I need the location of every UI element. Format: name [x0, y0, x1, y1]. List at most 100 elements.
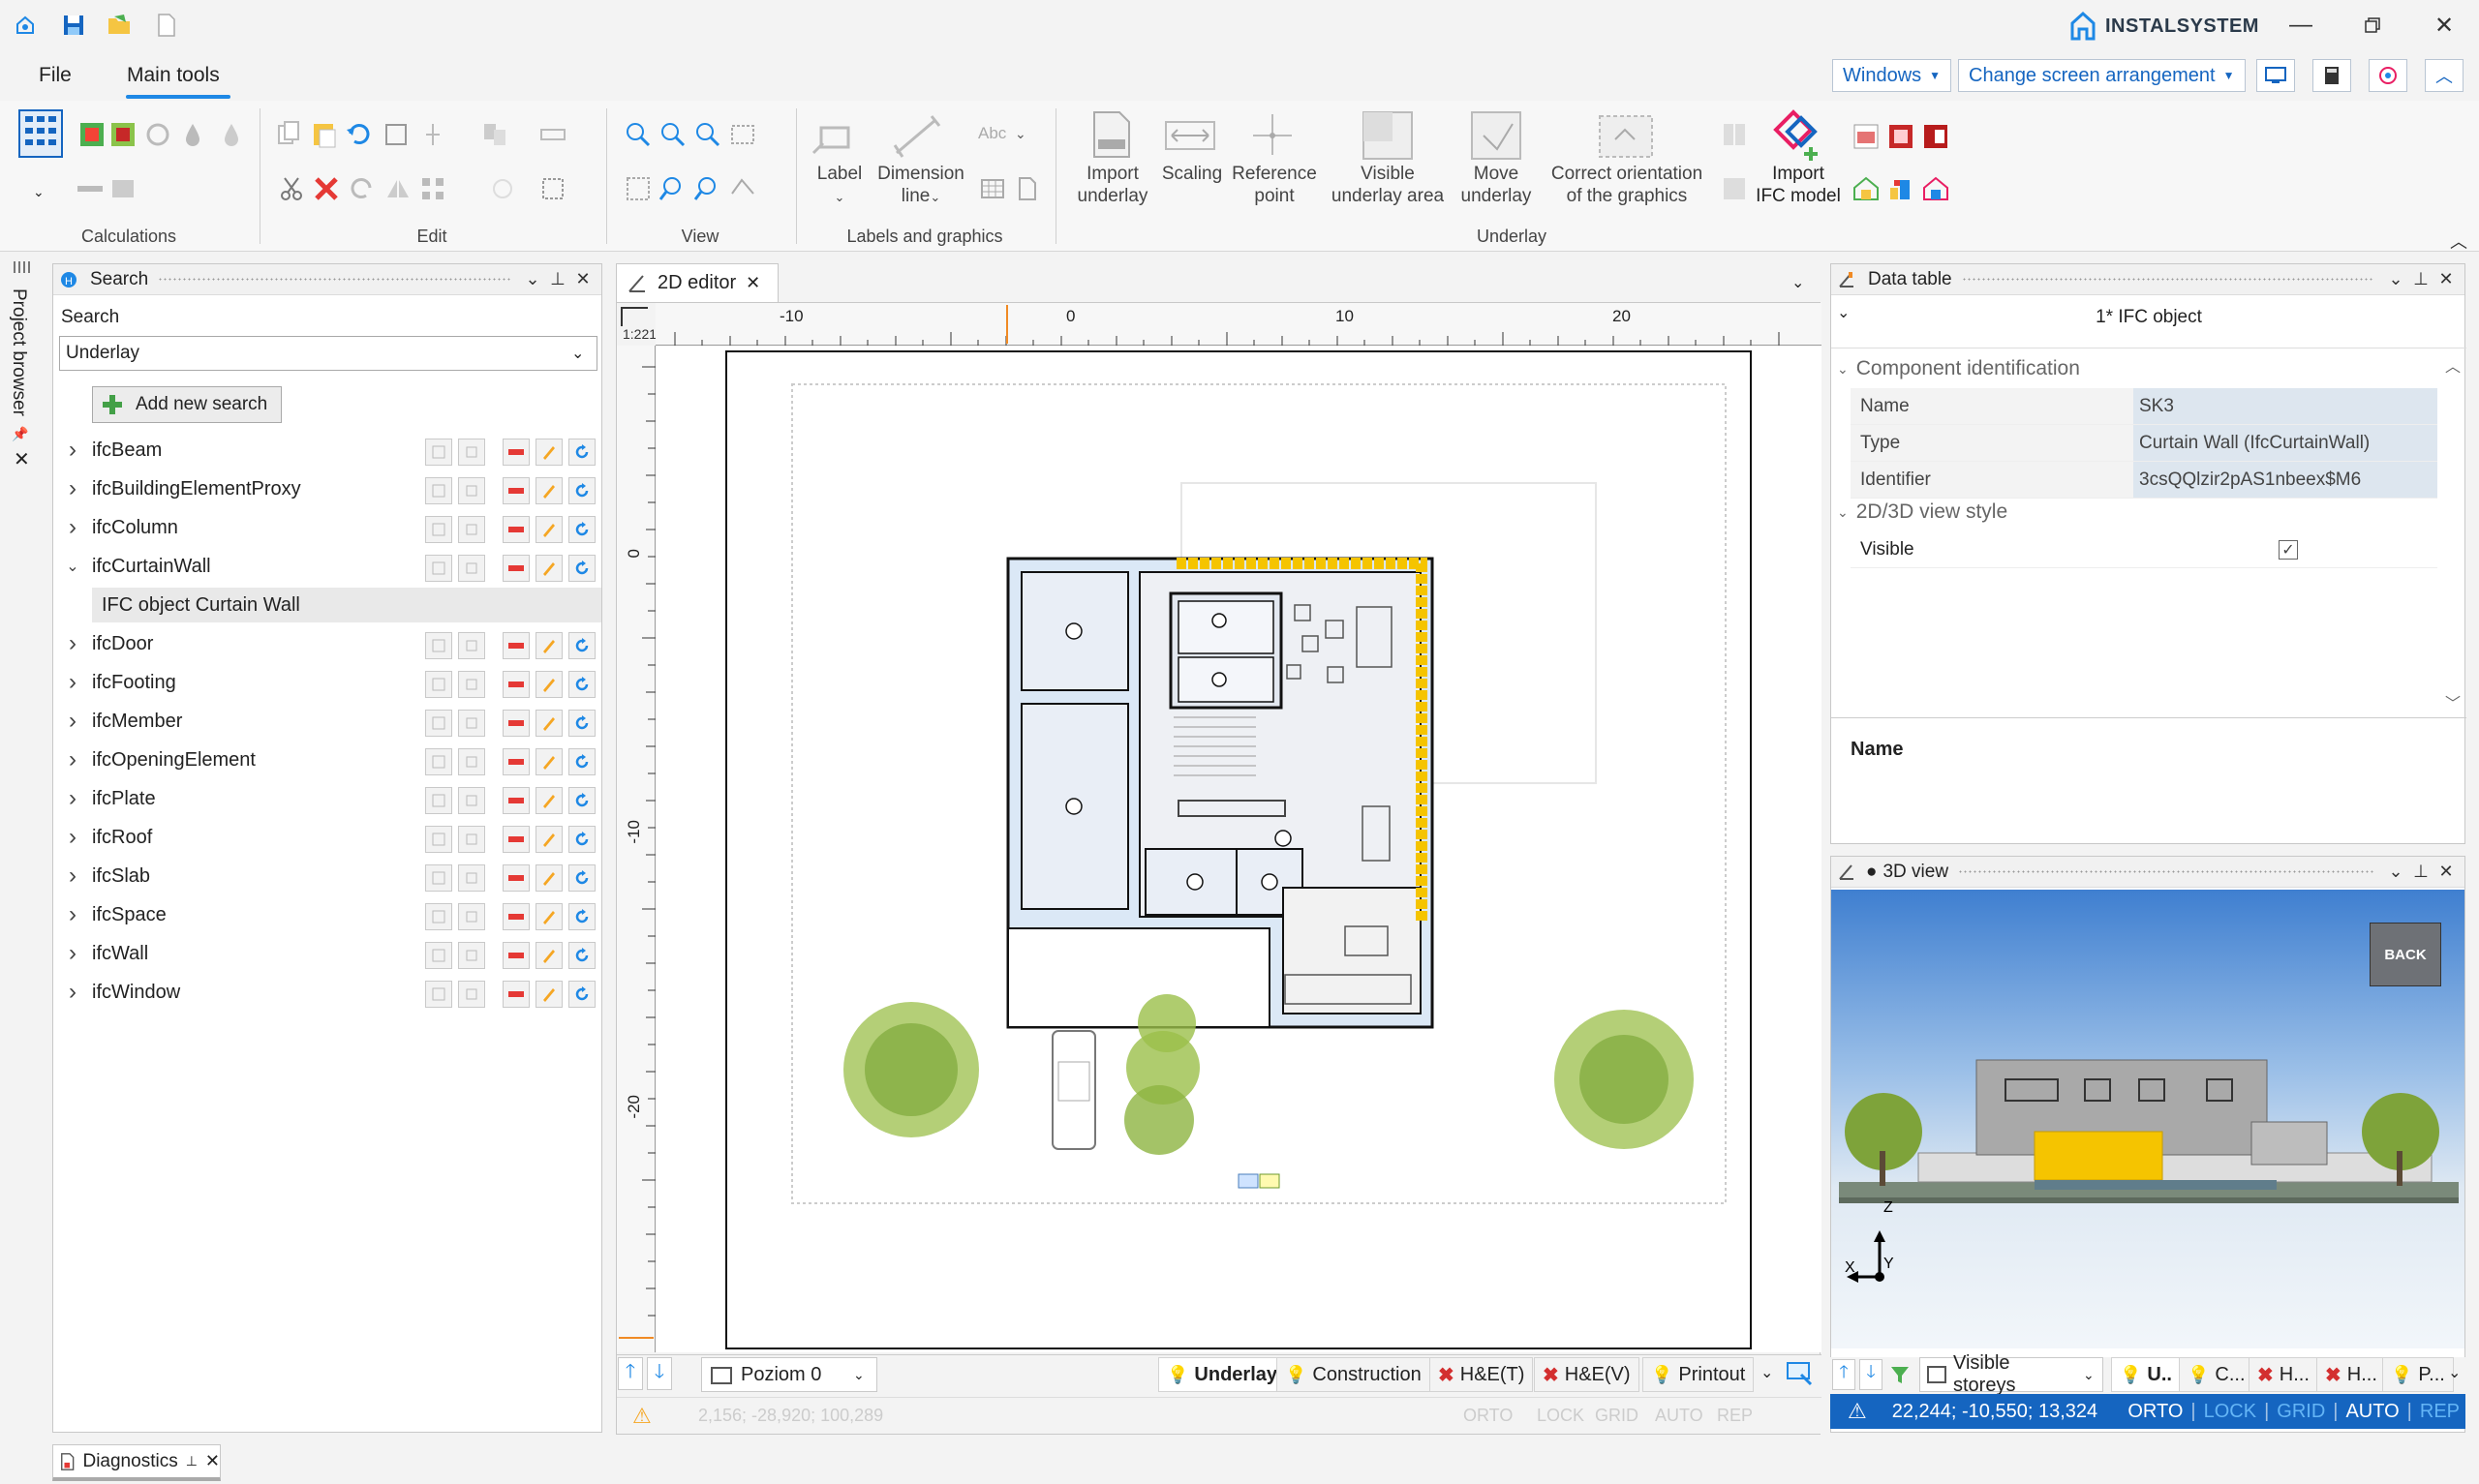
close-icon[interactable]: ✕ [205, 1451, 220, 1471]
move-underlay-icon[interactable] [1470, 110, 1522, 161]
close-icon[interactable]: ✕ [14, 447, 30, 471]
chevron-right-icon[interactable]: › [53, 979, 92, 1006]
home-icon[interactable] [10, 10, 41, 41]
drawing-canvas[interactable] [656, 346, 1821, 1352]
filter-icon[interactable] [1886, 1359, 1913, 1390]
flag-orto[interactable]: ORTO [1463, 1406, 1513, 1426]
show-icon[interactable] [425, 671, 452, 698]
tab-diagnostics[interactable]: Diagnostics ⊥ ✕ [52, 1444, 221, 1481]
close-icon[interactable]: ✕ [2433, 862, 2459, 882]
scroll-down-icon[interactable]: ﹀ [2445, 690, 2461, 713]
search-type-dropdown[interactable]: Underlay ⌄ [59, 336, 597, 371]
select-icon[interactable] [458, 555, 485, 582]
tree-item[interactable]: › ifcDoor [53, 624, 601, 663]
copy-icon[interactable] [275, 120, 304, 149]
remove-icon[interactable] [503, 748, 530, 775]
import-ifc-model-icon[interactable] [1772, 108, 1824, 163]
pin-icon[interactable]: ⊥ [186, 1453, 198, 1469]
tree-item[interactable]: › ifcRoof [53, 818, 601, 857]
flag-rep[interactable]: REP [1717, 1406, 1753, 1426]
refresh-icon[interactable] [568, 903, 596, 930]
rectangle-select-icon[interactable] [382, 120, 411, 149]
back-view-button[interactable]: BACK [2370, 923, 2441, 986]
tree-item[interactable]: › ifcColumn [53, 508, 601, 547]
reference-point-button[interactable]: Reference point [1226, 163, 1323, 207]
undo-icon[interactable] [345, 120, 374, 149]
refresh-icon[interactable] [568, 632, 596, 659]
select-icon[interactable] [458, 826, 485, 853]
chevron-down-icon[interactable]: ⌄ [1760, 1363, 1773, 1382]
storey-down-button[interactable]: 🡓 [1859, 1359, 1882, 1390]
chevron-right-icon[interactable]: › [53, 901, 92, 928]
remove-icon[interactable] [503, 477, 530, 504]
change-screen-arrangement-dropdown[interactable]: Change screen arrangement ▼ [1958, 59, 2246, 92]
refresh-icon[interactable] [568, 555, 596, 582]
flag-auto[interactable]: AUTO [2345, 1401, 2399, 1423]
screen-icon[interactable] [1786, 1359, 1813, 1388]
zoom-previous-icon[interactable] [658, 174, 688, 203]
tree-item[interactable]: › ifcMember [53, 702, 601, 741]
edit-icon[interactable] [536, 826, 563, 853]
distribute-icon[interactable] [538, 120, 567, 149]
pin-icon[interactable]: 📌 [12, 426, 28, 442]
select-icon[interactable] [458, 516, 485, 543]
show-icon[interactable] [425, 787, 452, 814]
select-icon[interactable] [458, 942, 485, 969]
edit-icon[interactable] [536, 981, 563, 1008]
storey-up-button[interactable]: 🡑 [1832, 1359, 1855, 1390]
zoom-next-icon[interactable] [693, 174, 722, 203]
flag-lock[interactable]: LOCK [1537, 1406, 1584, 1426]
refresh-icon[interactable] [568, 671, 596, 698]
remove-icon[interactable] [503, 671, 530, 698]
data-row-type[interactable]: Type Curtain Wall (IfcCurtainWall) [1851, 425, 2437, 462]
zoom-in-icon[interactable] [624, 120, 653, 149]
import-underlay-icon[interactable] [1088, 108, 1135, 161]
data-row-visible[interactable]: Visible ✓ [1851, 531, 2437, 568]
show-icon[interactable] [425, 632, 452, 659]
building-green-icon[interactable] [108, 120, 138, 149]
dimension-line-icon[interactable] [891, 114, 945, 161]
pin-icon[interactable]: ⊥ [2408, 269, 2433, 289]
flag-auto[interactable]: AUTO [1655, 1406, 1703, 1426]
water-drop-icon[interactable] [182, 122, 211, 151]
refresh-icon[interactable] [568, 981, 596, 1008]
array-icon[interactable] [418, 174, 447, 203]
theme-button[interactable] [2369, 59, 2407, 92]
refresh-icon[interactable] [568, 787, 596, 814]
tab-construction[interactable]: 💡 Construction [1276, 1357, 1430, 1392]
edit-icon[interactable] [536, 477, 563, 504]
select-icon[interactable] [458, 632, 485, 659]
calculations-icon[interactable] [17, 108, 64, 159]
ifc-view-icon-3[interactable] [1921, 122, 1950, 151]
drag-grip[interactable] [158, 276, 510, 283]
tab-hev[interactable]: ✖ H&E(V) [1534, 1357, 1639, 1392]
level-down-button[interactable]: 🡓 [647, 1357, 672, 1390]
select-icon[interactable] [458, 671, 485, 698]
chevron-right-icon[interactable]: › [53, 863, 92, 890]
screen-layout-button[interactable] [2256, 59, 2295, 92]
tab-3d-construction[interactable]: 💡 C... [2179, 1357, 2254, 1392]
correct-orientation-button[interactable]: Correct orientation of the graphics [1542, 163, 1712, 207]
close-icon[interactable]: ✕ [2433, 269, 2459, 289]
delete-icon[interactable] [312, 174, 341, 203]
level-dropdown[interactable]: Poziom 0 ⌄ [701, 1357, 877, 1392]
chevron-down-icon[interactable]: ⌄ [1791, 273, 1804, 292]
underlay-list-icon[interactable] [1720, 120, 1749, 149]
level-up-button[interactable]: 🡑 [618, 1357, 643, 1390]
chevron-down-icon[interactable]: ⌄ [2383, 862, 2408, 882]
calculator-button[interactable] [2312, 59, 2351, 92]
refresh-icon[interactable] [568, 942, 596, 969]
menu-file[interactable]: File [39, 64, 72, 87]
tree-item[interactable]: › ifcBuildingElementProxy [53, 469, 601, 508]
chevron-right-icon[interactable]: › [53, 746, 92, 773]
show-icon[interactable] [425, 864, 452, 892]
duct-icon[interactable] [108, 174, 138, 203]
text-style-button[interactable]: Abc [978, 124, 1006, 143]
chevron-down-icon[interactable]: ⌄ [2383, 269, 2408, 289]
label-button[interactable]: Label ⌄ [806, 163, 873, 208]
minimize-button[interactable]: — [2278, 8, 2324, 43]
stretch-icon[interactable] [538, 174, 567, 203]
tree-item[interactable]: › ifcBeam [53, 431, 601, 469]
edit-icon[interactable] [536, 787, 563, 814]
chevron-right-icon[interactable]: › [53, 630, 92, 657]
